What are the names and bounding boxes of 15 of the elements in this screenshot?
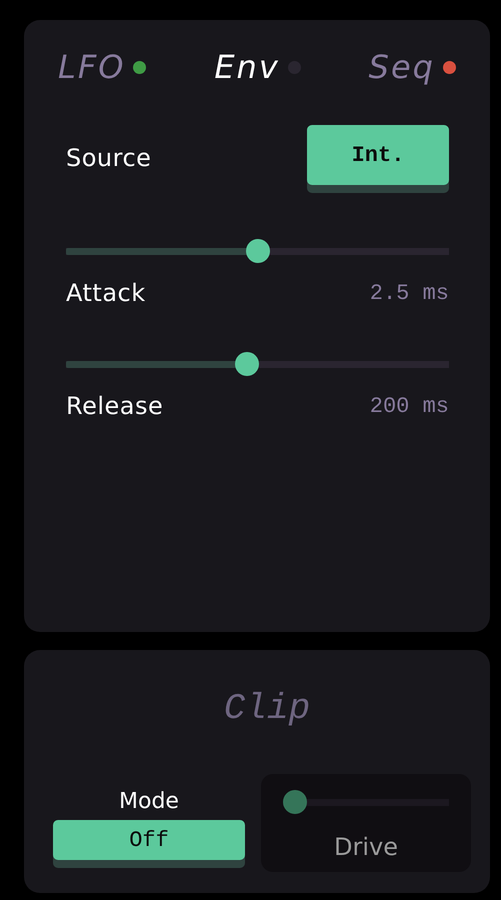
slider-reading: 2.5 ms	[370, 280, 449, 306]
mode-label: Mode	[119, 789, 179, 814]
drive-label: Drive	[333, 833, 399, 861]
slider-label: Attack	[66, 279, 146, 307]
section-title: Clip	[222, 688, 312, 729]
tab[interactable]: Env	[214, 48, 280, 86]
slider-thumb[interactable]	[234, 352, 259, 376]
slider-thumb[interactable]	[246, 239, 270, 263]
tab[interactable]: LFO	[58, 48, 126, 86]
source-label: Source	[66, 144, 152, 172]
source-button[interactable]: Int.	[307, 125, 449, 185]
slider-label: Release	[66, 392, 164, 420]
slider-reading: 200 ms	[370, 394, 449, 418]
mode-button[interactable]: Off	[53, 820, 245, 860]
tab[interactable]: Seq	[368, 48, 435, 86]
